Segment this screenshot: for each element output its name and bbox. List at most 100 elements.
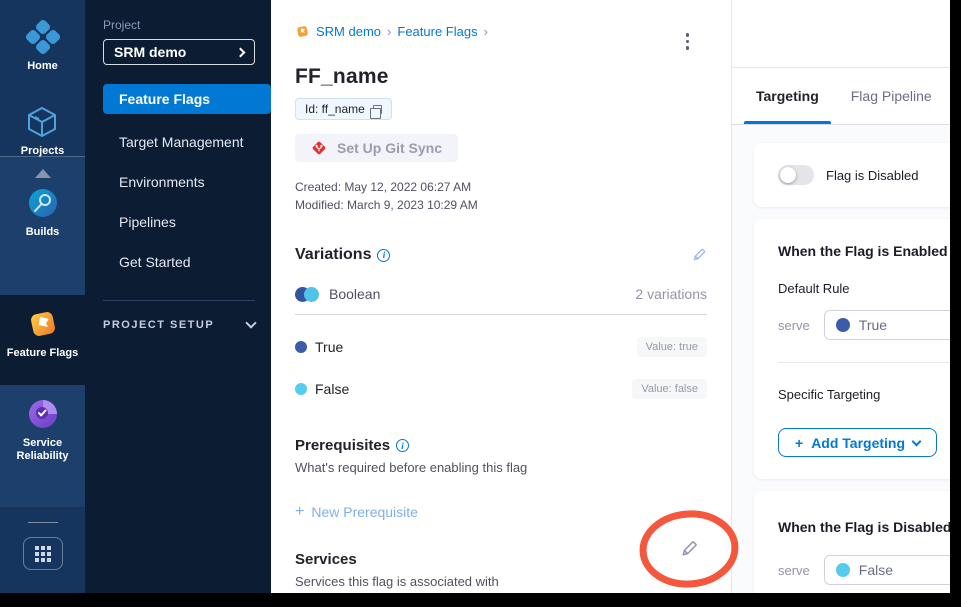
modified-date: Modified: March 9, 2023 10:29 AM (295, 196, 707, 214)
sidebar-item-environments[interactable]: Environments (103, 162, 255, 202)
variation-count: 2 variations (635, 286, 707, 302)
info-icon[interactable]: i (377, 249, 390, 262)
default-rule-label: Default Rule (778, 281, 961, 296)
copy-icon[interactable] (373, 105, 382, 114)
chevron-down-icon (245, 317, 256, 328)
sidebar-item-get-started[interactable]: Get Started (103, 242, 255, 282)
variation-row-false: False Value: false (295, 379, 707, 399)
scroll-up-icon[interactable] (35, 169, 51, 178)
serve-value: True (859, 317, 887, 333)
sidebar-item-feature-flags[interactable]: Feature Flags (103, 84, 271, 114)
module-label: Service Reliability (0, 437, 85, 463)
git-sync-icon (311, 140, 327, 156)
project-label: Project (103, 18, 255, 32)
prerequisites-heading: Prerequisites (295, 437, 390, 454)
add-targeting-label: Add Targeting (811, 435, 905, 451)
more-options-button[interactable] (684, 31, 692, 52)
serve-value: False (859, 562, 893, 578)
module-grid-button[interactable] (23, 537, 63, 570)
breadcrumb-link-feature-flags[interactable]: Feature Flags (397, 24, 477, 39)
flag-state-card: Flag is Disabled (754, 143, 961, 207)
variation-name: True (315, 339, 343, 355)
flag-enabled-toggle[interactable] (778, 165, 814, 185)
sidebar-menu: Feature Flags Target Management Environm… (103, 84, 255, 282)
serve-enabled-select[interactable]: True (824, 310, 961, 340)
module-label: Feature Flags (7, 347, 79, 360)
variation-value-badge: Value: true (637, 337, 707, 357)
nav-builds[interactable]: Builds (26, 186, 60, 239)
enabled-heading: When the Flag is Enabled (778, 243, 948, 259)
serve-label: serve (778, 563, 810, 578)
project-setup-toggle[interactable]: PROJECT SETUP (103, 319, 255, 331)
nav-projects[interactable]: Projects (21, 105, 64, 158)
app-window: Home Projects (0, 0, 961, 607)
module-label: Builds (26, 226, 60, 239)
enabled-rules-card: When the Flag is Enabled Default Rule se… (754, 219, 961, 479)
projects-icon (25, 105, 59, 139)
new-prerequisite-label: New Prerequisite (311, 504, 418, 520)
plus-icon: + (795, 435, 803, 451)
variation-value-badge: Value: false (632, 379, 707, 399)
home-icon (26, 20, 60, 54)
services-description: Services this flag is associated with (295, 574, 707, 589)
breadcrumb-separator: › (387, 24, 391, 39)
targeting-panel: Targeting Flag Pipeline Flag is Disabled… (731, 0, 961, 593)
serve-disabled-select[interactable]: False (824, 555, 961, 585)
project-selector[interactable]: SRM demo (103, 39, 255, 65)
tab-flag-pipeline[interactable]: Flag Pipeline (851, 68, 932, 124)
created-date: Created: May 12, 2022 06:27 AM (295, 178, 707, 196)
prerequisites-description: What's required before enabling this fla… (295, 460, 707, 475)
breadcrumb: SRM demo › Feature Flags › (295, 24, 707, 39)
serve-label: serve (778, 318, 810, 333)
feature-flags-icon (26, 307, 60, 341)
sidebar-item-target-management[interactable]: Target Management (103, 122, 255, 162)
sidebar-item-pipelines[interactable]: Pipelines (103, 202, 255, 242)
chevron-right-icon (236, 47, 246, 57)
variation-type-label: Boolean (329, 286, 380, 302)
breadcrumb-separator: › (484, 24, 488, 39)
git-sync-button[interactable]: Set Up Git Sync (295, 134, 458, 162)
module-label: Home (27, 60, 58, 73)
variation-name: False (315, 381, 349, 397)
specific-targeting-label: Specific Targeting (778, 387, 961, 402)
flag-id-chip[interactable]: Id: ff_name (295, 98, 392, 120)
letterbox-bottom (0, 593, 961, 607)
panel-tabs: Targeting Flag Pipeline (732, 68, 961, 125)
feature-flag-breadcrumb-icon (295, 24, 310, 39)
breadcrumb-link-project[interactable]: SRM demo (316, 24, 381, 39)
nav-service-reliability[interactable]: Service Reliability (0, 397, 85, 463)
edit-services-icon[interactable] (679, 539, 699, 559)
project-name: SRM demo (114, 44, 186, 60)
add-targeting-button[interactable]: + Add Targeting (778, 428, 937, 457)
flag-state-label: Flag is Disabled (826, 168, 919, 183)
services-heading: Services (295, 551, 357, 568)
letterbox-right (950, 0, 961, 607)
plus-icon: + (295, 503, 304, 521)
info-icon[interactable]: i (396, 439, 409, 452)
panel-header (732, 0, 961, 68)
edit-variations-icon[interactable] (691, 247, 707, 263)
page-title: FF_name (295, 65, 707, 89)
variation-color-dot (836, 318, 850, 332)
chevron-down-icon (912, 436, 922, 446)
project-sidebar: Project SRM demo Feature Flags Target Ma… (85, 0, 271, 593)
tab-targeting[interactable]: Targeting (756, 68, 819, 124)
sidebar-divider (103, 300, 255, 301)
grid-icon (35, 546, 51, 562)
disabled-heading: When the Flag is Disabled (778, 519, 951, 535)
service-reliability-icon (26, 397, 60, 431)
nav-home[interactable]: Home (26, 20, 60, 73)
flag-id-label: Id: ff_name (305, 102, 365, 116)
module-label: Projects (21, 145, 64, 158)
builds-icon (26, 186, 60, 220)
new-prerequisite-button[interactable]: + New Prerequisite (295, 503, 707, 521)
module-nav: Home Projects (0, 0, 85, 593)
variation-row-true: True Value: true (295, 337, 707, 357)
variation-color-dot (836, 563, 850, 577)
variation-color-dot (295, 341, 307, 353)
variation-color-dot (295, 383, 307, 395)
main-content: SRM demo › Feature Flags › FF_name Id: f… (271, 0, 731, 593)
nav-feature-flags[interactable]: Feature Flags (7, 307, 79, 360)
nav-divider (28, 522, 58, 523)
variations-heading: Variations (295, 246, 371, 264)
